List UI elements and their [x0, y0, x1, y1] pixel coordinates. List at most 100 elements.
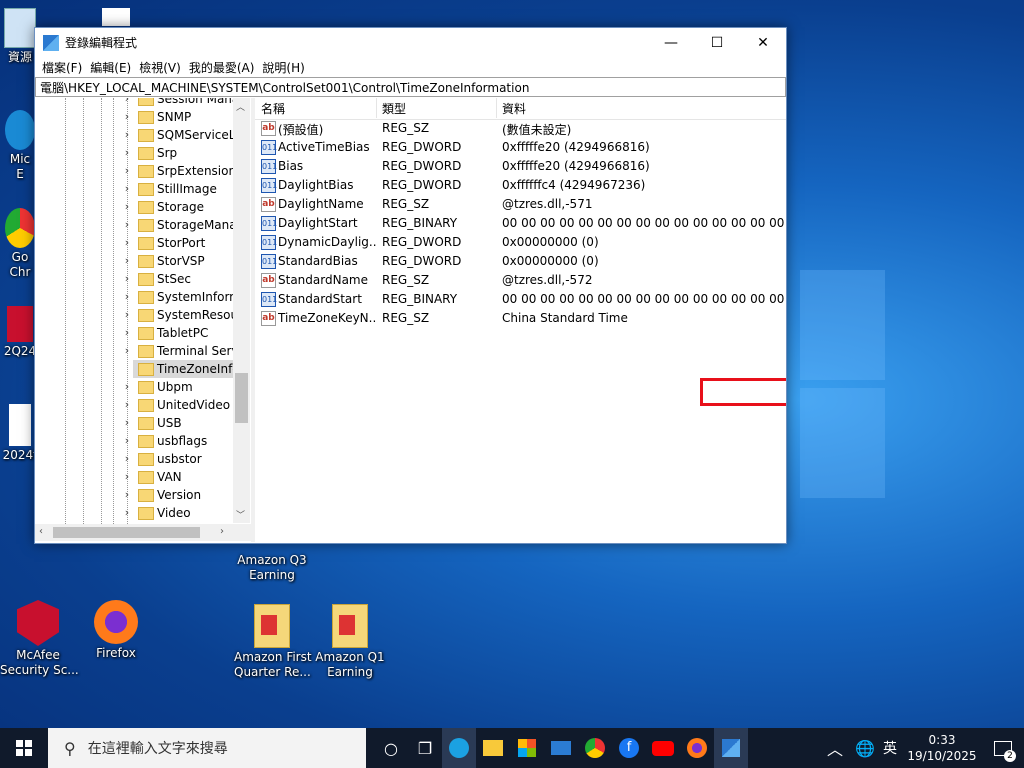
- expand-chevron-icon[interactable]: ›: [122, 344, 132, 357]
- notification-icon[interactable]: 2: [982, 728, 1024, 768]
- scroll-left-icon[interactable]: ‹: [39, 526, 43, 537]
- minimize-button[interactable]: —: [648, 28, 694, 57]
- scroll-down-icon[interactable]: ﹀: [236, 508, 245, 521]
- menu-help[interactable]: 說明(H): [261, 59, 311, 76]
- expand-chevron-icon[interactable]: ›: [122, 128, 132, 141]
- youtube-icon[interactable]: [646, 728, 680, 768]
- expand-chevron-icon[interactable]: ›: [122, 452, 132, 465]
- tree-item[interactable]: › usbstor: [35, 450, 233, 468]
- tree-item[interactable]: › Video: [35, 504, 233, 522]
- expand-chevron-icon[interactable]: ›: [122, 146, 132, 159]
- desktop-icon-firefox[interactable]: Firefox: [78, 600, 154, 661]
- taskbar-search[interactable]: ⚲ 在這裡輸入文字來搜尋: [48, 728, 366, 768]
- tree-item[interactable]: › Terminal Serv: [35, 342, 239, 360]
- value-row[interactable]: 011 DaylightStart REG_BINARY 00 00 00 00 00…: [255, 214, 786, 233]
- value-row[interactable]: 011 ActiveTimeBias REG_DWORD 0xfffffe20 (42…: [255, 138, 786, 157]
- value-row[interactable]: 011 DaylightBias REG_DWORD 0xffffffc4 (4294…: [255, 176, 786, 195]
- value-row[interactable]: 011 DynamicDaylig... REG_DWORD 0x00000000 (…: [255, 233, 786, 252]
- expand-chevron-icon[interactable]: ›: [122, 98, 132, 105]
- tree-item[interactable]: › Ubpm: [35, 378, 233, 396]
- tree-item[interactable]: › SNMP: [35, 108, 233, 126]
- tree-item[interactable]: › usbflags: [35, 432, 233, 450]
- maximize-button[interactable]: ☐: [694, 28, 740, 57]
- tree-item[interactable]: › SystemResou: [35, 306, 238, 324]
- chrome-taskbar-icon[interactable]: [578, 728, 612, 768]
- globe-icon[interactable]: 🌐: [852, 728, 878, 768]
- expand-chevron-icon[interactable]: ›: [122, 470, 132, 483]
- tree-item[interactable]: › Version: [35, 486, 233, 504]
- expand-chevron-icon[interactable]: ›: [122, 272, 132, 285]
- menu-view[interactable]: 檢視(V): [138, 59, 188, 76]
- tree-vertical-scrollbar[interactable]: [233, 98, 250, 523]
- expand-chevron-icon[interactable]: ›: [122, 488, 132, 501]
- cortana-icon[interactable]: ○: [374, 728, 408, 768]
- expand-chevron-icon[interactable]: ›: [122, 398, 132, 411]
- expand-chevron-icon[interactable]: ›: [122, 416, 132, 429]
- expand-chevron-icon[interactable]: ›: [122, 182, 132, 195]
- address-bar[interactable]: 電腦\HKEY_LOCAL_MACHINE\SYSTEM\ControlSet0…: [35, 77, 786, 97]
- scroll-up-icon[interactable]: ︿: [236, 100, 245, 113]
- tree-item[interactable]: › TabletPC: [35, 324, 233, 342]
- value-row[interactable]: ab DaylightName REG_SZ @tzres.dll,-571: [255, 195, 786, 214]
- value-row[interactable]: 011 Bias REG_DWORD 0xfffffe20 (4294966816): [255, 157, 786, 176]
- desktop-icon-file[interactable]: [96, 8, 136, 28]
- tree-item[interactable]: › VAN: [35, 468, 233, 486]
- file-explorer-icon[interactable]: [476, 728, 510, 768]
- close-button[interactable]: ✕: [740, 28, 786, 57]
- tree-item[interactable]: › SystemInform: [35, 288, 241, 306]
- tree-item[interactable]: › StSec: [35, 270, 233, 288]
- edge-taskbar-icon[interactable]: [442, 728, 476, 768]
- desktop-icon-mcafee[interactable]: McAfee Security Sc...: [0, 600, 79, 678]
- start-button[interactable]: [0, 728, 48, 768]
- tree-item[interactable]: › USB: [35, 414, 233, 432]
- value-row[interactable]: ab TimeZoneKeyN... REG_SZ China Standard Ti…: [255, 309, 786, 328]
- regedit-taskbar-icon[interactable]: [714, 728, 748, 768]
- expand-chevron-icon[interactable]: ›: [122, 164, 132, 177]
- expand-chevron-icon[interactable]: ›: [122, 380, 132, 393]
- tree-item[interactable]: › SQMServiceL: [35, 126, 235, 144]
- tree-item[interactable]: › UnitedVideo: [35, 396, 233, 414]
- tray-chevron-up-icon[interactable]: ︿: [818, 728, 852, 768]
- tree-item[interactable]: › StillImage: [35, 180, 233, 198]
- header-type[interactable]: 類型: [382, 100, 406, 117]
- tree-item[interactable]: › Storage: [35, 198, 233, 216]
- tree-item[interactable]: › StorageMana: [35, 216, 237, 234]
- tree-item[interactable]: TimeZoneInfo: [133, 360, 240, 378]
- expand-chevron-icon[interactable]: ›: [122, 326, 132, 339]
- desktop-icon-amazon-first-quarter[interactable]: Amazon First Quarter Re...: [234, 604, 312, 680]
- menu-file[interactable]: 檔案(F): [41, 59, 89, 76]
- store-icon[interactable]: [510, 728, 544, 768]
- facebook-icon[interactable]: f: [612, 728, 646, 768]
- title-bar[interactable]: 登錄編輯程式 — ☐ ✕: [35, 28, 786, 57]
- menu-favorites[interactable]: 我的最愛(A): [188, 59, 262, 76]
- tree-scroll-thumb[interactable]: [235, 373, 248, 423]
- expand-chevron-icon[interactable]: ›: [122, 110, 132, 123]
- header-name[interactable]: 名稱: [261, 100, 285, 117]
- tree-item[interactable]: › SrpExtension: [35, 162, 236, 180]
- expand-chevron-icon[interactable]: ›: [122, 254, 132, 267]
- key-tree[interactable]: › Session Mana › SNMP › SQMServiceL › Srp › SrpEx…: [35, 98, 252, 542]
- expand-chevron-icon[interactable]: ›: [122, 290, 132, 303]
- firefox-taskbar-icon[interactable]: [680, 728, 714, 768]
- clock[interactable]: 0:33 19/10/2025: [902, 732, 982, 764]
- value-row[interactable]: ab (預設值) REG_SZ (數值未設定): [255, 119, 786, 138]
- ime-indicator[interactable]: 英: [878, 728, 902, 768]
- tree-hscroll-thumb[interactable]: [53, 527, 200, 538]
- value-row[interactable]: ab StandardName REG_SZ @tzres.dll,-572: [255, 271, 786, 290]
- mail-icon[interactable]: [544, 728, 578, 768]
- expand-chevron-icon[interactable]: ›: [122, 434, 132, 447]
- values-list[interactable]: 名稱 類型 資料 ab (預設值) REG_SZ (數值未設定) 011 ActiveTi…: [255, 98, 786, 542]
- tree-item[interactable]: › Srp: [35, 144, 233, 162]
- expand-chevron-icon[interactable]: ›: [122, 218, 132, 231]
- value-row[interactable]: 011 StandardStart REG_BINARY 00 00 00 00 00…: [255, 290, 786, 309]
- value-row[interactable]: 011 StandardBias REG_DWORD 0x00000000 (0): [255, 252, 786, 271]
- header-data[interactable]: 資料: [502, 100, 526, 117]
- desktop-icon-amazon-q1[interactable]: Amazon Q1 Earning: [312, 604, 388, 680]
- desktop-icon-amazon-q3[interactable]: Amazon Q3 Earning: [234, 553, 310, 583]
- expand-chevron-icon[interactable]: ›: [122, 308, 132, 321]
- task-view-icon[interactable]: ❐: [408, 728, 442, 768]
- expand-chevron-icon[interactable]: ›: [122, 200, 132, 213]
- tree-item[interactable]: › Session Mana: [35, 98, 239, 108]
- expand-chevron-icon[interactable]: ›: [122, 506, 132, 519]
- expand-chevron-icon[interactable]: ›: [122, 236, 132, 249]
